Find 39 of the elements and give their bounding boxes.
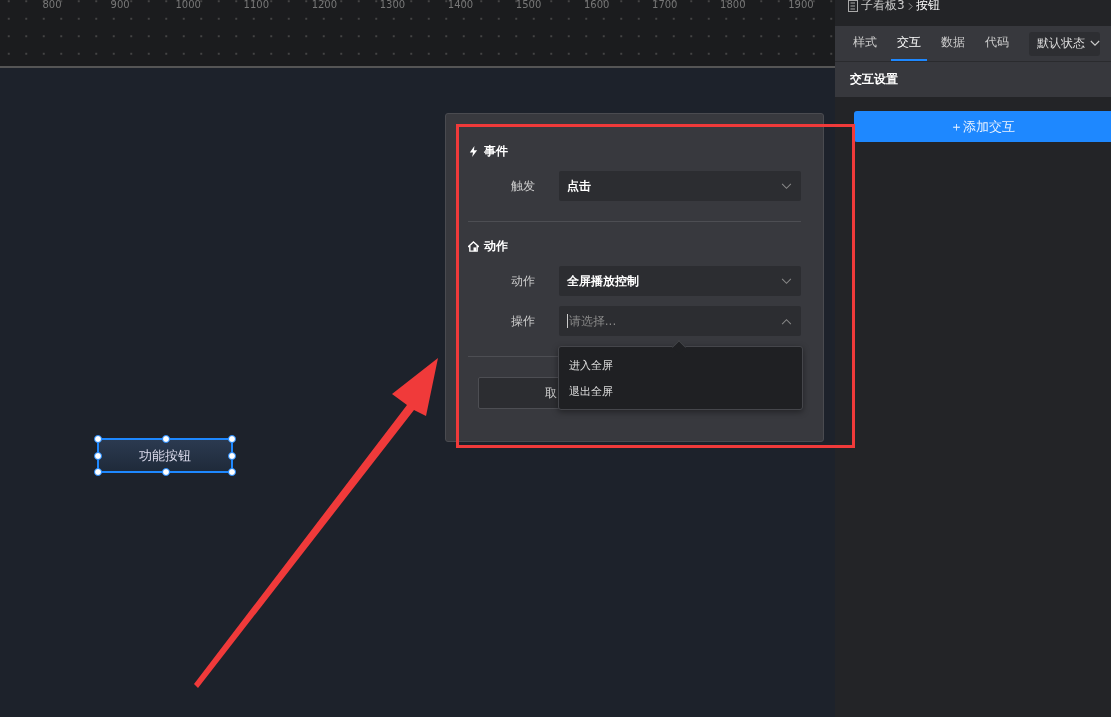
ruler-label: 900 [109, 0, 131, 10]
field-label: 操作 [509, 312, 535, 330]
chevron-up-icon [781, 317, 792, 325]
panel-tab[interactable]: 代码 [979, 26, 1015, 61]
select-field[interactable]: 全屏播放控制 [558, 266, 801, 296]
function-button-widget[interactable]: 功能按钮 [97, 438, 233, 473]
ruler-label: 1400 [446, 0, 475, 10]
chevron-down-icon [781, 182, 792, 190]
chevron-down-icon [1090, 40, 1100, 47]
section-title: 动作 [484, 237, 508, 255]
panel-tab[interactable]: 数据 [935, 26, 971, 61]
panel-tab[interactable]: 样式 [847, 26, 883, 61]
ruler-label: 1600 [582, 0, 611, 10]
chevron-right-icon [907, 2, 913, 11]
resize-handle[interactable] [228, 435, 236, 443]
chevron-down-icon [781, 277, 792, 285]
ruler-label: 1500 [514, 0, 543, 10]
resize-handle[interactable] [162, 435, 170, 443]
lightning-icon [468, 145, 479, 157]
breadcrumb-current: 按钮 [915, 0, 940, 12]
resize-handle[interactable] [94, 435, 102, 443]
section-title: 交互设置 [850, 71, 898, 88]
ruler-label: 1300 [378, 0, 407, 10]
ruler-label: 1000 [174, 0, 202, 10]
section-title: 事件 [484, 142, 508, 160]
panel-icon [848, 0, 858, 12]
select-field[interactable]: 点击 [558, 171, 801, 201]
house-icon [468, 240, 479, 252]
ruler-label: 1200 [310, 0, 339, 10]
ruler-label: 1800 [719, 0, 747, 10]
ruler-label: 1900 [787, 0, 815, 10]
ruler-label: 800 [41, 0, 63, 10]
resize-handle[interactable] [162, 468, 170, 476]
ruler-label: 1700 [651, 0, 679, 10]
ruler-label: 1100 [242, 0, 270, 10]
field-label: 触发 [509, 177, 535, 195]
state-select[interactable]: 默认状态 [1029, 31, 1100, 56]
select-field[interactable]: 请选择... [558, 306, 801, 336]
field-label: 动作 [509, 272, 535, 290]
